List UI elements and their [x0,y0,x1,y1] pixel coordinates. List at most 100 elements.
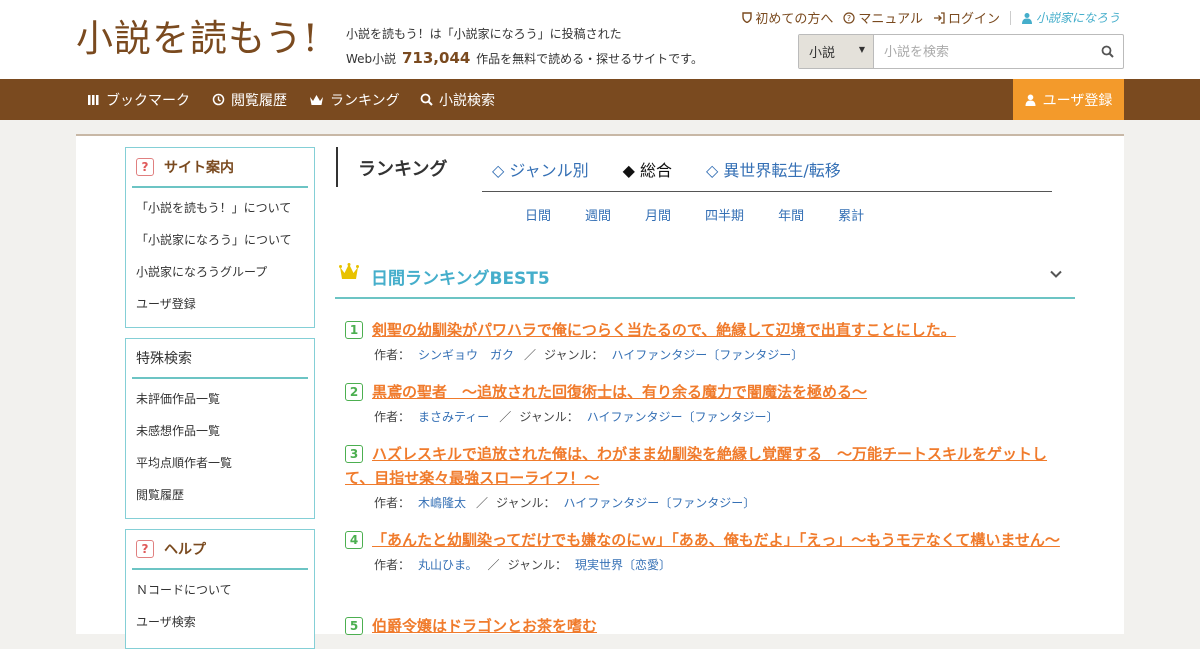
search-icon [420,93,433,106]
site-header: 小説を読もう! 小説を読もう！は「小説家になろう」に投稿された Web小説 71… [0,0,1200,79]
meta-separator: ／ [524,348,537,362]
author-link[interactable]: 木嶋隆太 [418,496,466,510]
svg-text:?: ? [847,14,851,23]
author-link[interactable]: まさみティー [418,410,489,424]
sidebar-item-history[interactable]: 閲覧履歴 [126,479,314,511]
search-button[interactable] [1091,35,1123,68]
rank-number-badge: 4 [345,531,363,549]
help-box: ? ヘルプ Ｎコードについて ユーザ検索 [125,529,315,649]
genre-label: ジャンル： [507,558,567,572]
author-link[interactable]: 丸山ひま。 [418,558,478,572]
nav-ranking-label: ランキング [330,92,400,109]
sidebar-item-no-review[interactable]: 未感想作品一覧 [126,415,314,447]
sidebar-item-about-narou[interactable]: 「小説家になろう」について [126,224,314,256]
shield-icon [742,12,753,23]
special-search-box: 特殊検索 未評価作品一覧 未感想作品一覧 平均点順作者一覧 閲覧履歴 [125,338,315,519]
best5-title: 日間ランキングBEST5 [371,269,550,289]
person-icon [1021,12,1032,24]
novel-title-link[interactable]: ハズレスキルで追放された俺は、わがまま幼馴染を絶縁し覚醒する ～万能チートスキル… [345,442,1070,490]
site-guide-heading: ? サイト案内 [132,148,308,188]
user-register-label: ユーザ登録 [1042,92,1113,109]
login-link-label: ログイン [947,12,1000,27]
narou-brand-label: 小説家になろう [1035,11,1120,25]
tab-genre[interactable]: ◇ ジャンル別 [492,157,589,181]
entry-meta: 作者： シンギョウ ガク ／ ジャンル： ハイファンタジー〔ファンタジー〕 [345,342,1070,368]
novel-title-link[interactable]: 伯爵令嬢はドラゴンとお茶を嗜む [345,614,1070,638]
login-icon [933,11,945,24]
help-heading: ? ヘルプ [132,530,308,570]
rank-number-badge: 2 [345,383,363,401]
special-search-heading: 特殊検索 [132,339,308,379]
tagline-prefix: Web小説 [346,52,397,66]
ranking-heading-bar [336,147,338,187]
genre-link[interactable]: ハイファンタジー〔ファンタジー〕 [587,410,779,424]
user-register-button[interactable]: ユーザ登録 [1013,79,1124,120]
nav-bookmark-label: ブックマーク [106,92,190,109]
entry-meta: 作者： 丸山ひま。 ／ ジャンル： 現実世界〔恋愛〕 [345,552,1070,578]
rank-number-badge: 3 [345,445,363,463]
period-weekly[interactable]: 週間 [585,205,611,224]
nav-history-label: 閲覧履歴 [231,92,287,109]
tab-divider [482,191,1052,192]
period-yearly[interactable]: 年間 [778,205,804,224]
tagline-suffix: 作品を無料で読める・探せるサイトです。 [476,52,703,66]
genre-link[interactable]: ハイファンタジー〔ファンタジー〕 [563,496,755,510]
novel-title-link[interactable]: 黒鳶の聖者 〜追放された回復術士は、有り余る魔力で闇魔法を極める〜 [345,380,1070,404]
nav-bookmark[interactable]: ブックマーク [87,79,190,120]
tagline-line2: Web小説 713,044 作品を無料で読める・探せるサイトです。 [346,46,703,71]
nav-history[interactable]: 閲覧履歴 [212,79,287,120]
search-icon [1101,45,1114,58]
question-icon: ? [136,158,154,176]
help-title: ヘルプ [164,542,206,558]
rank-number-badge: 5 [345,617,363,635]
author-link[interactable]: シンギョウ ガク [418,348,514,362]
author-label: 作者： [374,348,411,362]
period-total[interactable]: 累計 [838,205,864,224]
link-divider [1009,10,1011,25]
site-logo[interactable]: 小説を読もう! [76,14,319,64]
header-links: 初めての方へ ? マニュアル ログイン 小説家になろう [742,8,1120,27]
search-bar: 小説 ▼ [798,34,1124,69]
author-label: 作者： [374,496,411,510]
narou-brand-link[interactable]: 小説家になろう [1021,9,1120,26]
beginner-link-label: 初めての方へ [755,12,834,27]
genre-link[interactable]: 現実世界〔恋愛〕 [575,558,671,572]
tab-isekai[interactable]: ◇ 異世界転生/転移 [706,157,841,181]
genre-link[interactable]: ハイファンタジー〔ファンタジー〕 [611,348,803,362]
sidebar-item-register[interactable]: ユーザ登録 [126,288,314,320]
chevron-down-icon[interactable] [1049,267,1063,281]
sidebar-item-unrated[interactable]: 未評価作品一覧 [126,383,314,415]
sidebar-item-about-yomou[interactable]: 「小説を読もう！」について [126,192,314,224]
question-icon: ? [136,540,154,558]
manual-link[interactable]: ? マニュアル [843,8,923,27]
nav-search-label: 小説検索 [439,92,495,109]
author-label: 作者： [374,410,411,424]
genre-label: ジャンル： [544,348,604,362]
novel-title-link[interactable]: 剣聖の幼馴染がパワハラで俺につらく当たるので、絶縁して辺境で出直すことにした。 [345,318,1070,342]
nav-ranking[interactable]: ランキング [309,79,400,120]
ranking-entry: 5 伯爵令嬢はドラゴンとお茶を嗜む [345,614,1070,638]
tagline-line1: 小説を読もう！は「小説家になろう」に投稿された [346,27,622,41]
period-daily[interactable]: 日間 [525,205,551,224]
novel-title-link[interactable]: 「あんたと幼馴染ってだけでも嫌なのにｗ」「ああ、俺もだよ」「えっ」～もうモテなく… [345,528,1070,552]
login-link[interactable]: ログイン [933,8,1000,27]
sidebar-item-avg-authors[interactable]: 平均点順作者一覧 [126,447,314,479]
meta-separator: ／ [499,410,512,424]
period-monthly[interactable]: 月間 [645,205,671,224]
search-input[interactable] [874,35,1091,68]
period-quarterly[interactable]: 四半期 [705,205,744,224]
entry-meta: 作者： 木嶋隆太 ／ ジャンル： ハイファンタジー〔ファンタジー〕 [345,490,1070,516]
best5-header[interactable]: 日間ランキングBEST5 [335,257,1075,299]
sidebar-item-user-search[interactable]: ユーザ検索 [126,606,314,638]
sidebar-item-ncode[interactable]: Ｎコードについて [126,574,314,606]
ranking-title: ランキング [358,159,448,180]
ranking-entry: 2 黒鳶の聖者 〜追放された回復術士は、有り余る魔力で闇魔法を極める〜 作者： ま… [345,380,1070,430]
search-type-select[interactable]: 小説 ▼ [799,35,874,68]
work-count: 713,044 [402,49,471,67]
sidebar-item-group[interactable]: 小説家になろうグループ [126,256,314,288]
tab-overall[interactable]: ◆ 総合 [623,157,672,181]
beginner-link[interactable]: 初めての方へ [742,8,833,27]
ranking-entry: 1 剣聖の幼馴染がパワハラで俺につらく当たるので、絶縁して辺境で出直すことにした… [345,318,1070,368]
nav-search[interactable]: 小説検索 [420,79,495,120]
question-circle-icon: ? [843,11,855,24]
